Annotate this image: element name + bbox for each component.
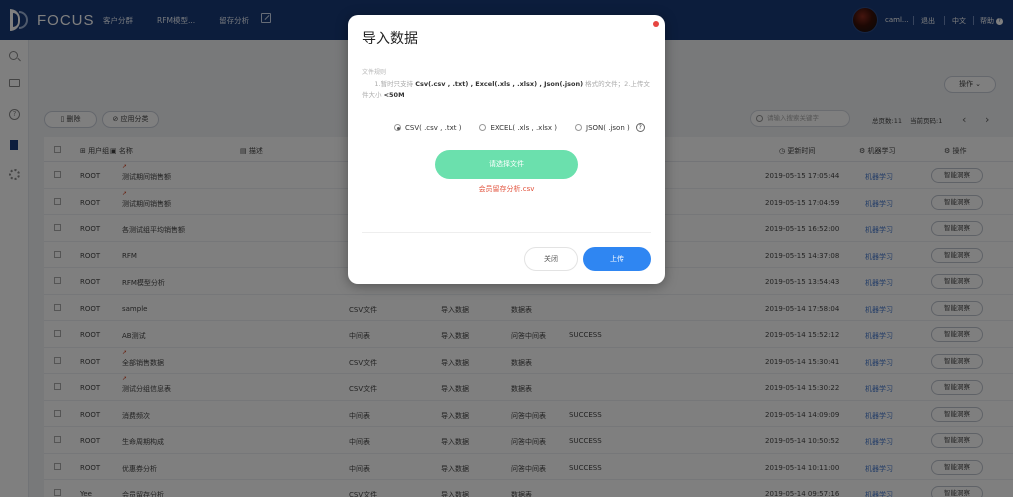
file-rules-text: 1.暂时只支持 Csv(.csv , .txt) , Excel(.xls , … bbox=[362, 79, 652, 101]
file-rules-label: 文件规则 bbox=[362, 69, 387, 76]
tip-size: <50M bbox=[383, 91, 405, 99]
dialog-divider bbox=[362, 232, 651, 233]
close-button[interactable]: 关闭 bbox=[524, 247, 578, 271]
tip-prefix: 1.暂时只支持 bbox=[374, 80, 414, 88]
dialog-title: 导入数据 bbox=[362, 31, 418, 47]
radio-excel-label: EXCEL( .xls , .xlsx ) bbox=[490, 123, 558, 132]
radio-dot bbox=[479, 124, 487, 131]
file-type-radio-group: CSV( .csv , .txt ) EXCEL( .xls , .xlsx )… bbox=[394, 123, 645, 132]
import-data-dialog: 导入数据 文件规则 1.暂时只支持 Csv(.csv , .txt) , Exc… bbox=[348, 15, 665, 284]
radio-dot bbox=[575, 124, 583, 131]
tip-formats: Csv(.csv , .txt) , Excel(.xls , .xlsx) ,… bbox=[415, 80, 584, 88]
select-file-button[interactable]: 请选择文件 bbox=[435, 150, 578, 179]
radio-json[interactable]: JSON( .json ) bbox=[575, 123, 630, 132]
selected-file-name: 会员留存分析.csv bbox=[478, 185, 535, 193]
close-icon[interactable] bbox=[653, 21, 659, 27]
radio-json-label: JSON( .json ) bbox=[586, 123, 630, 132]
question-icon[interactable]: ? bbox=[635, 123, 645, 132]
upload-button[interactable]: 上传 bbox=[583, 247, 651, 271]
radio-csv-label: CSV( .csv , .txt ) bbox=[405, 123, 462, 132]
radio-dot bbox=[394, 124, 401, 131]
radio-csv[interactable]: CSV( .csv , .txt ) bbox=[394, 123, 461, 132]
radio-excel[interactable]: EXCEL( .xls , .xlsx ) bbox=[479, 123, 557, 132]
